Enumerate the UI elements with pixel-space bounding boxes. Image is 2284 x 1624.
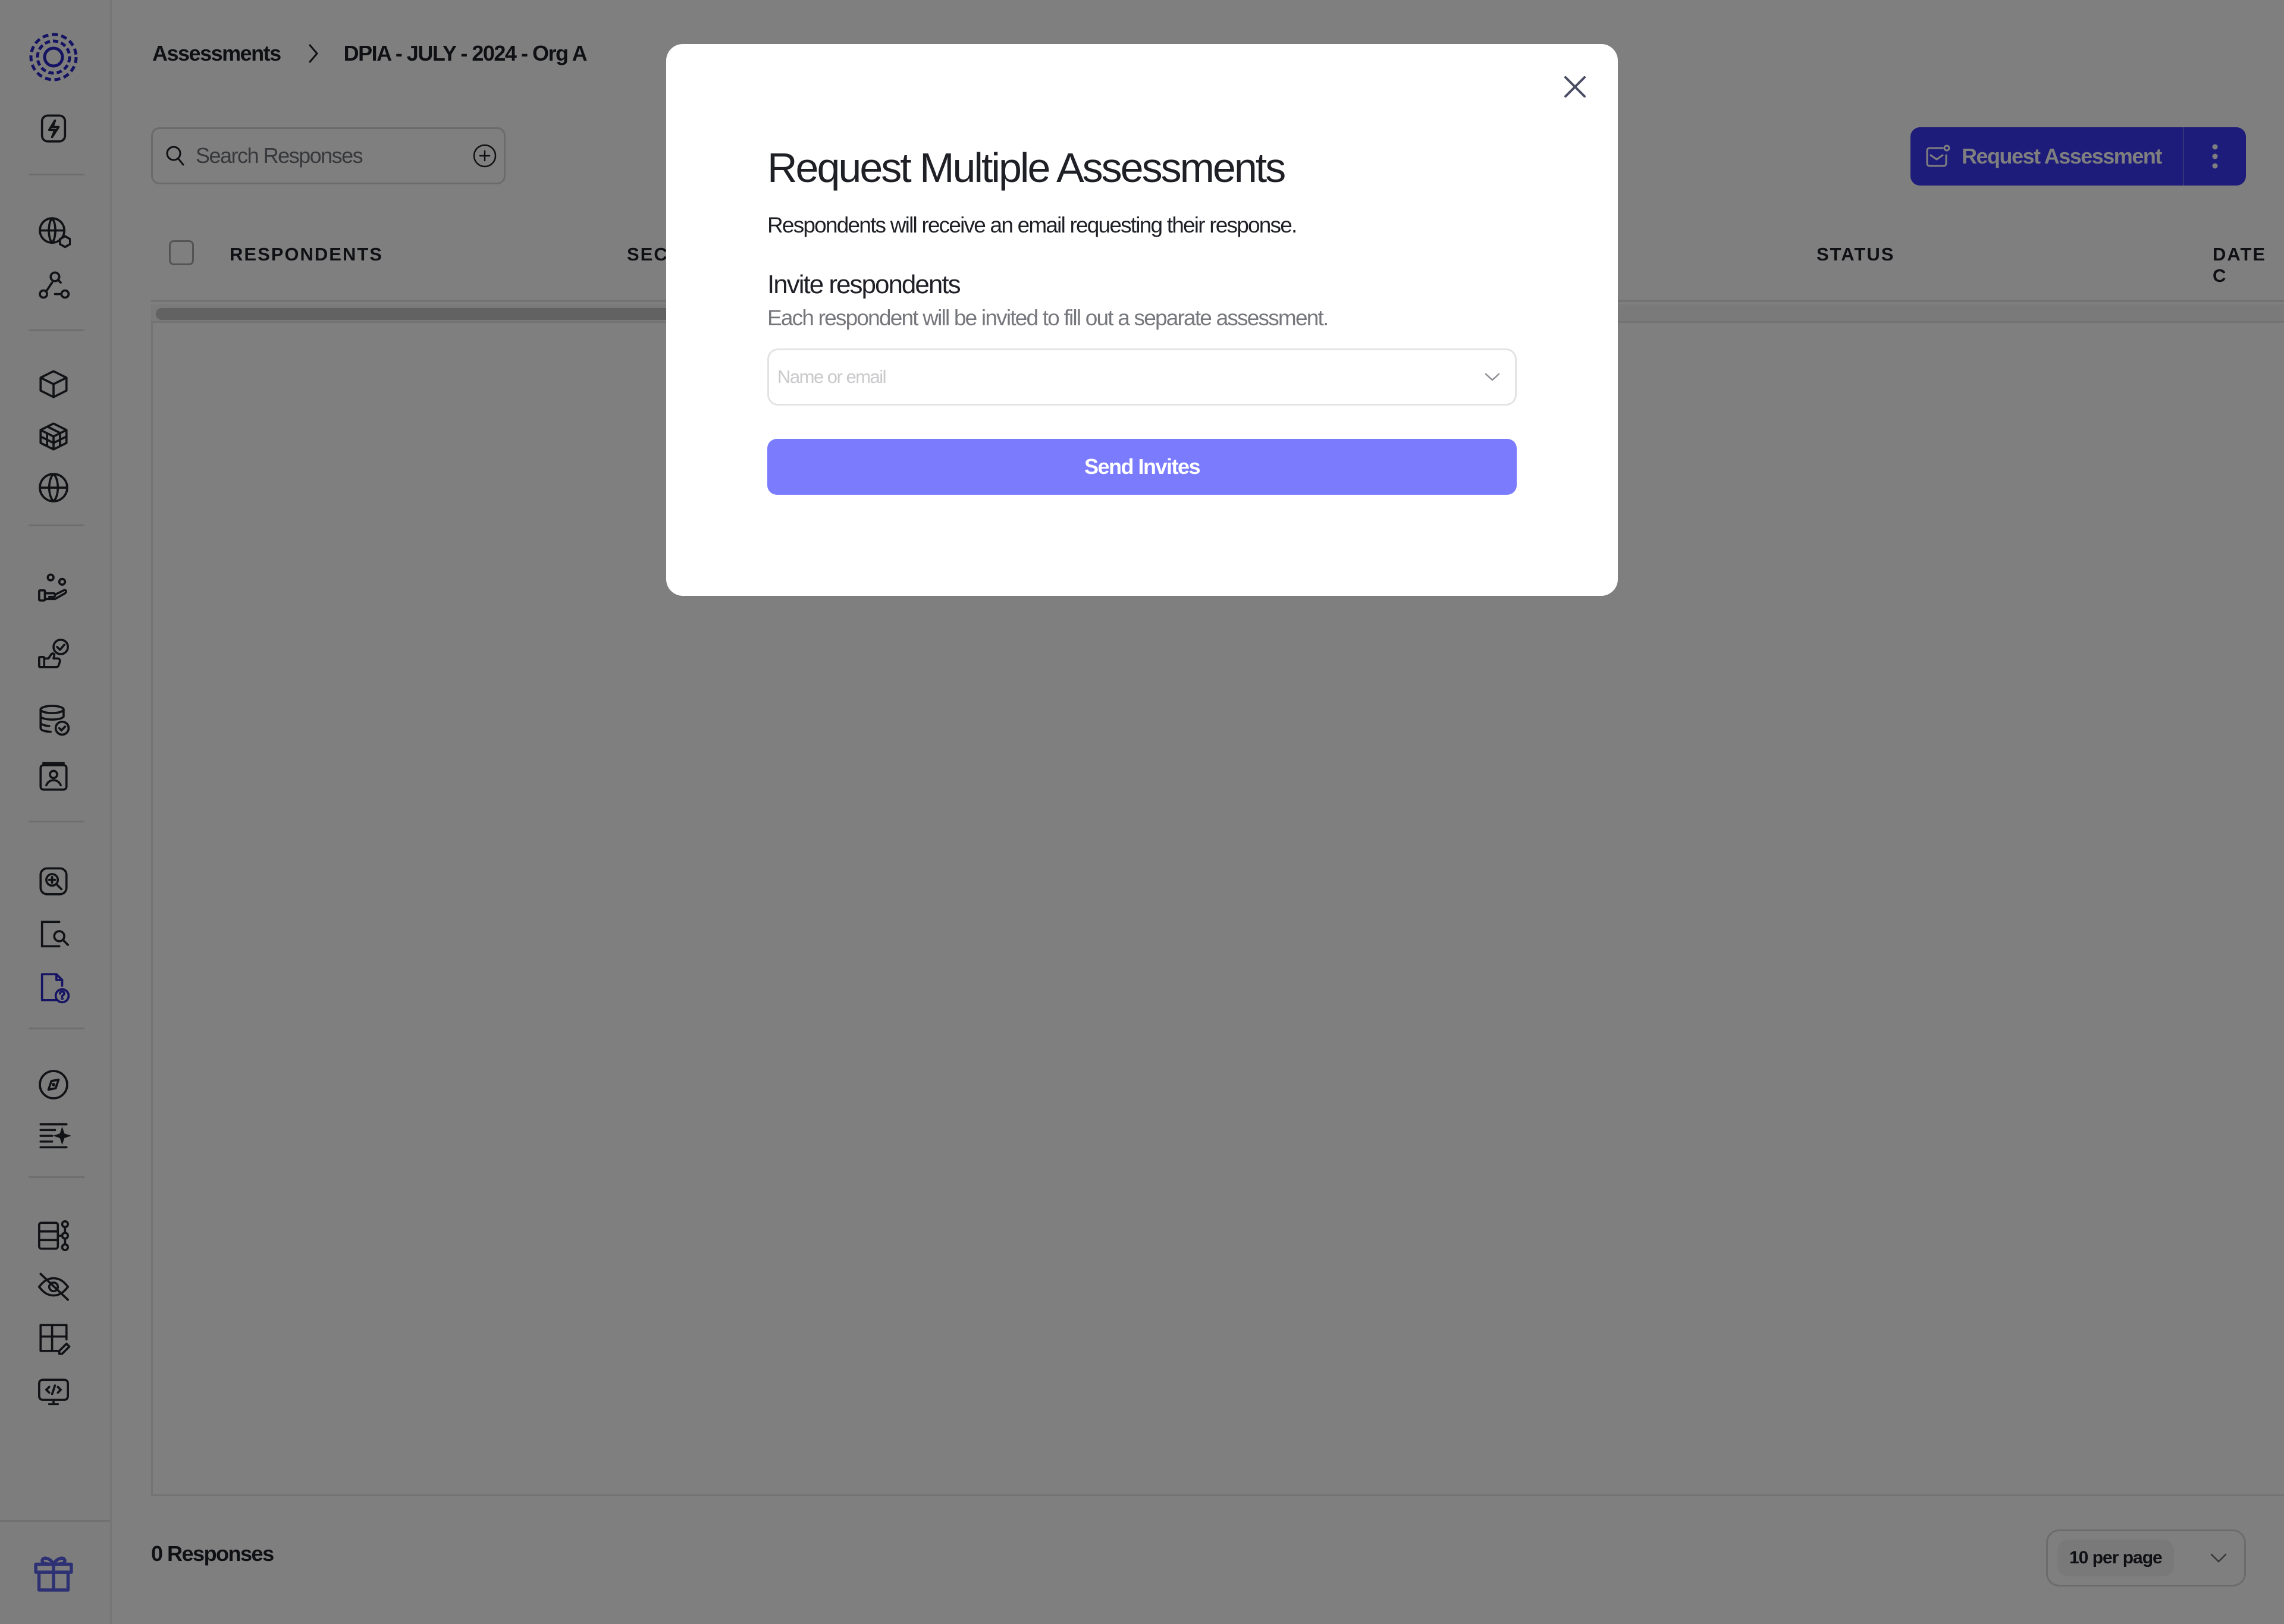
close-icon	[1564, 76, 1586, 98]
request-multiple-assessments-modal: Request Multiple Assessments Respondents…	[666, 44, 1618, 596]
send-invites-button[interactable]: Send Invites	[767, 439, 1517, 495]
chevron-down-icon[interactable]	[1484, 372, 1501, 382]
modal-description: Respondents will receive an email reques…	[767, 213, 1297, 237]
close-button[interactable]	[1556, 68, 1594, 106]
respondent-select[interactable]	[767, 348, 1517, 406]
invite-respondents-hint: Each respondent will be invited to fill …	[767, 306, 1329, 330]
invite-respondents-label: Invite respondents	[767, 270, 961, 299]
modal-title: Request Multiple Assessments	[767, 145, 1286, 191]
respondent-name-or-email-input[interactable]	[777, 366, 1484, 388]
